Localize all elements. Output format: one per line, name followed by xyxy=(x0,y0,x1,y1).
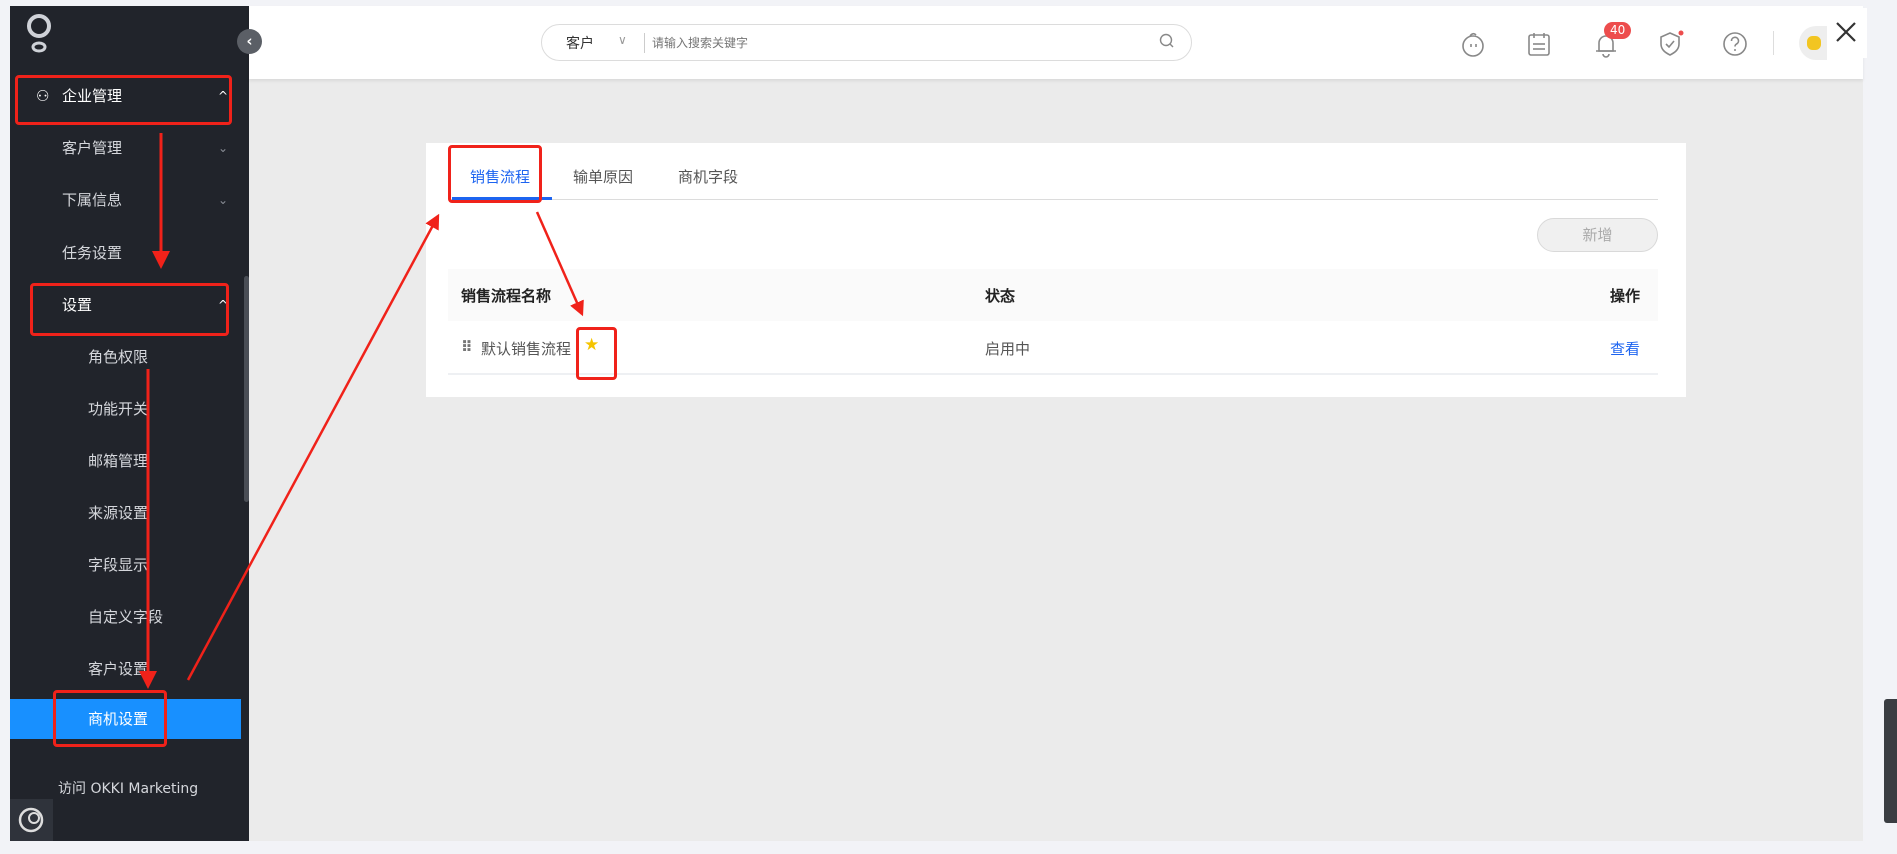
annotation-arrows xyxy=(139,133,584,689)
arrow xyxy=(535,211,584,317)
arrow xyxy=(186,213,440,681)
